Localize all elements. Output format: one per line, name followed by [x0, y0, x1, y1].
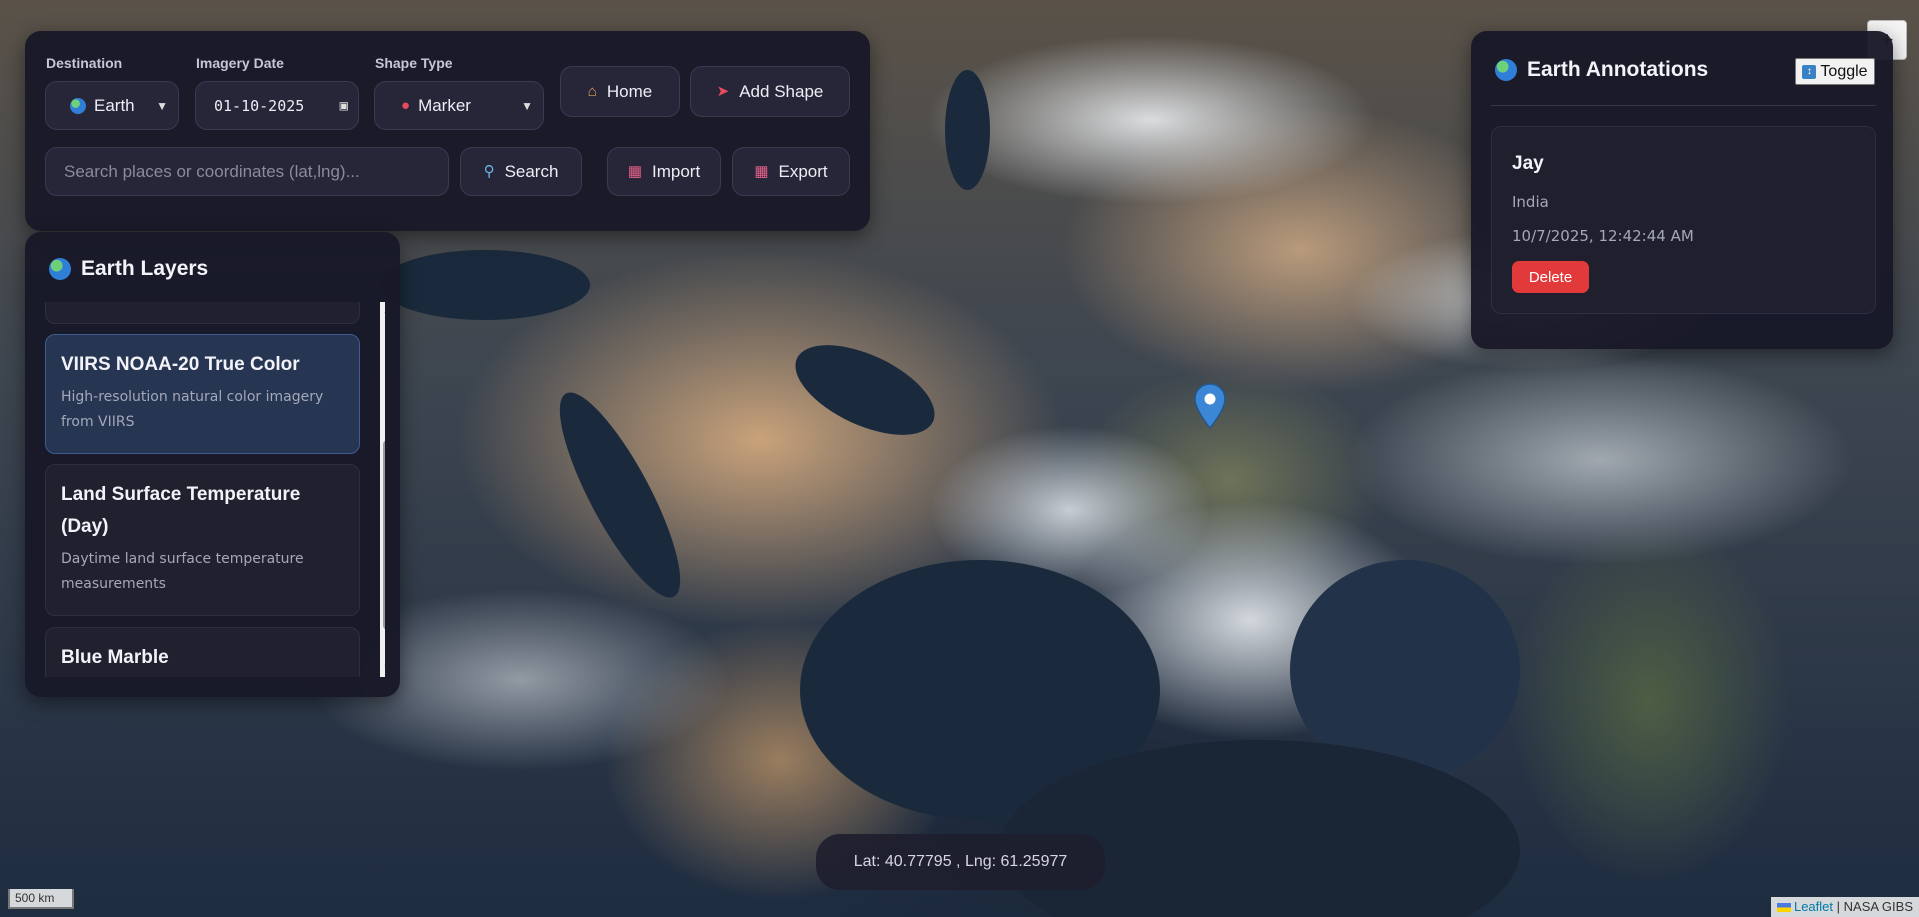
globe-icon: [1495, 59, 1517, 81]
calendar-icon[interactable]: ▣: [340, 98, 348, 114]
annotations-title: Earth Annotations: [1495, 58, 1708, 82]
layer-name: Blue Marble: [61, 647, 169, 668]
annotation-card[interactable]: Jay India 10/7/2025, 12:42:44 AM Delete: [1491, 126, 1876, 314]
map-attribution: Leaflet | NASA GIBS: [1770, 897, 1919, 917]
globe-icon: [70, 97, 86, 114]
layer-item[interactable]: [45, 302, 360, 324]
annotation-timestamp: 10/7/2025, 12:42:44 AM: [1512, 227, 1694, 245]
leaflet-link[interactable]: Leaflet: [1794, 899, 1833, 914]
shape-type-select[interactable]: ● Marker ▼: [374, 81, 544, 130]
map-scale-bar: 500 km: [8, 889, 74, 909]
layer-name: VIIRS NOAA-20 True Color: [61, 354, 300, 375]
pushpin-icon: ➤: [716, 83, 730, 100]
home-label: Home: [606, 81, 653, 101]
export-button[interactable]: ▦ Export: [732, 147, 850, 196]
updown-icon: ↕: [1802, 64, 1817, 79]
search-icon: ⚲: [483, 163, 495, 180]
globe-icon: [49, 258, 71, 280]
imagery-date-label: Imagery Date: [196, 55, 284, 71]
imagery-date-value: 01-10-2025: [214, 96, 305, 115]
scroll-up-icon[interactable]: ▲: [382, 305, 385, 316]
shape-type-value: Marker: [418, 95, 471, 115]
coordinate-readout: Lat: 40.77795 , Lng: 61.25977: [816, 834, 1105, 890]
scroll-down-icon[interactable]: ▼: [382, 663, 385, 674]
layer-description: Daytime land surface temperature measure…: [61, 551, 304, 592]
layers-panel: Earth Layers VIIRS NOAA-20 True Color Hi…: [25, 232, 400, 697]
layers-title-text: Earth Layers: [81, 257, 209, 280]
chevron-down-icon: ▼: [521, 98, 533, 113]
destination-select[interactable]: Earth ▼: [45, 81, 179, 130]
imagery-date-input[interactable]: 01-10-2025 ▣: [195, 81, 359, 130]
persian-gulf: [782, 326, 948, 454]
layer-name: Land Surface Temperature (Day): [61, 484, 301, 537]
pin-icon: ●: [401, 97, 411, 114]
import-button[interactable]: ▦ Import: [607, 147, 721, 196]
destination-label: Destination: [46, 55, 123, 71]
layer-list[interactable]: VIIRS NOAA-20 True Color High-resolution…: [45, 302, 385, 677]
layer-item-blue-marble[interactable]: Blue Marble: [45, 627, 360, 677]
divider: [1491, 105, 1876, 106]
annotations-title-text: Earth Annotations: [1527, 58, 1709, 81]
toggle-button[interactable]: ↕ Toggle: [1795, 58, 1875, 85]
delete-button[interactable]: Delete: [1512, 261, 1589, 293]
mediterranean-sea: [380, 250, 590, 320]
outbox-icon: ▦: [754, 163, 769, 180]
destination-value: Earth: [94, 95, 135, 115]
layer-description: High-resolution natural color imagery fr…: [61, 389, 324, 430]
toolbar-panel: Destination Earth ▼ Imagery Date 01-10-2…: [25, 31, 870, 231]
scrollbar-thumb[interactable]: [383, 440, 385, 630]
ukraine-flag-icon: [1776, 903, 1791, 913]
add-shape-label: Add Shape: [739, 81, 824, 101]
search-button[interactable]: ⚲ Search: [460, 147, 582, 196]
search-input[interactable]: [45, 147, 449, 196]
annotations-panel: Earth Annotations ↕ Toggle Jay India 10/…: [1471, 31, 1893, 349]
layer-list-scrollbar[interactable]: ▲ ▼: [380, 302, 385, 677]
home-icon: ⌂: [587, 83, 597, 100]
annotation-place: India: [1512, 193, 1549, 211]
search-label: Search: [504, 161, 559, 181]
location-marker-icon[interactable]: [1194, 383, 1226, 429]
layer-item-land-surface-temperature[interactable]: Land Surface Temperature (Day) Daytime l…: [45, 464, 360, 616]
shape-type-label: Shape Type: [375, 55, 453, 71]
attribution-text: | NASA GIBS: [1836, 899, 1913, 914]
chevron-down-icon: ▼: [156, 98, 168, 113]
annotation-name: Jay: [1512, 153, 1544, 174]
import-label: Import: [652, 161, 701, 181]
export-label: Export: [778, 161, 828, 181]
red-sea: [539, 379, 701, 611]
inbox-icon: ▦: [627, 163, 642, 180]
home-button[interactable]: ⌂ Home: [560, 66, 680, 117]
toggle-label: Toggle: [1820, 62, 1868, 80]
layers-title: Earth Layers: [49, 257, 208, 281]
add-shape-button[interactable]: ➤ Add Shape: [690, 66, 850, 117]
layer-item-viirs[interactable]: VIIRS NOAA-20 True Color High-resolution…: [45, 334, 360, 454]
caspian-sea: [945, 70, 990, 190]
